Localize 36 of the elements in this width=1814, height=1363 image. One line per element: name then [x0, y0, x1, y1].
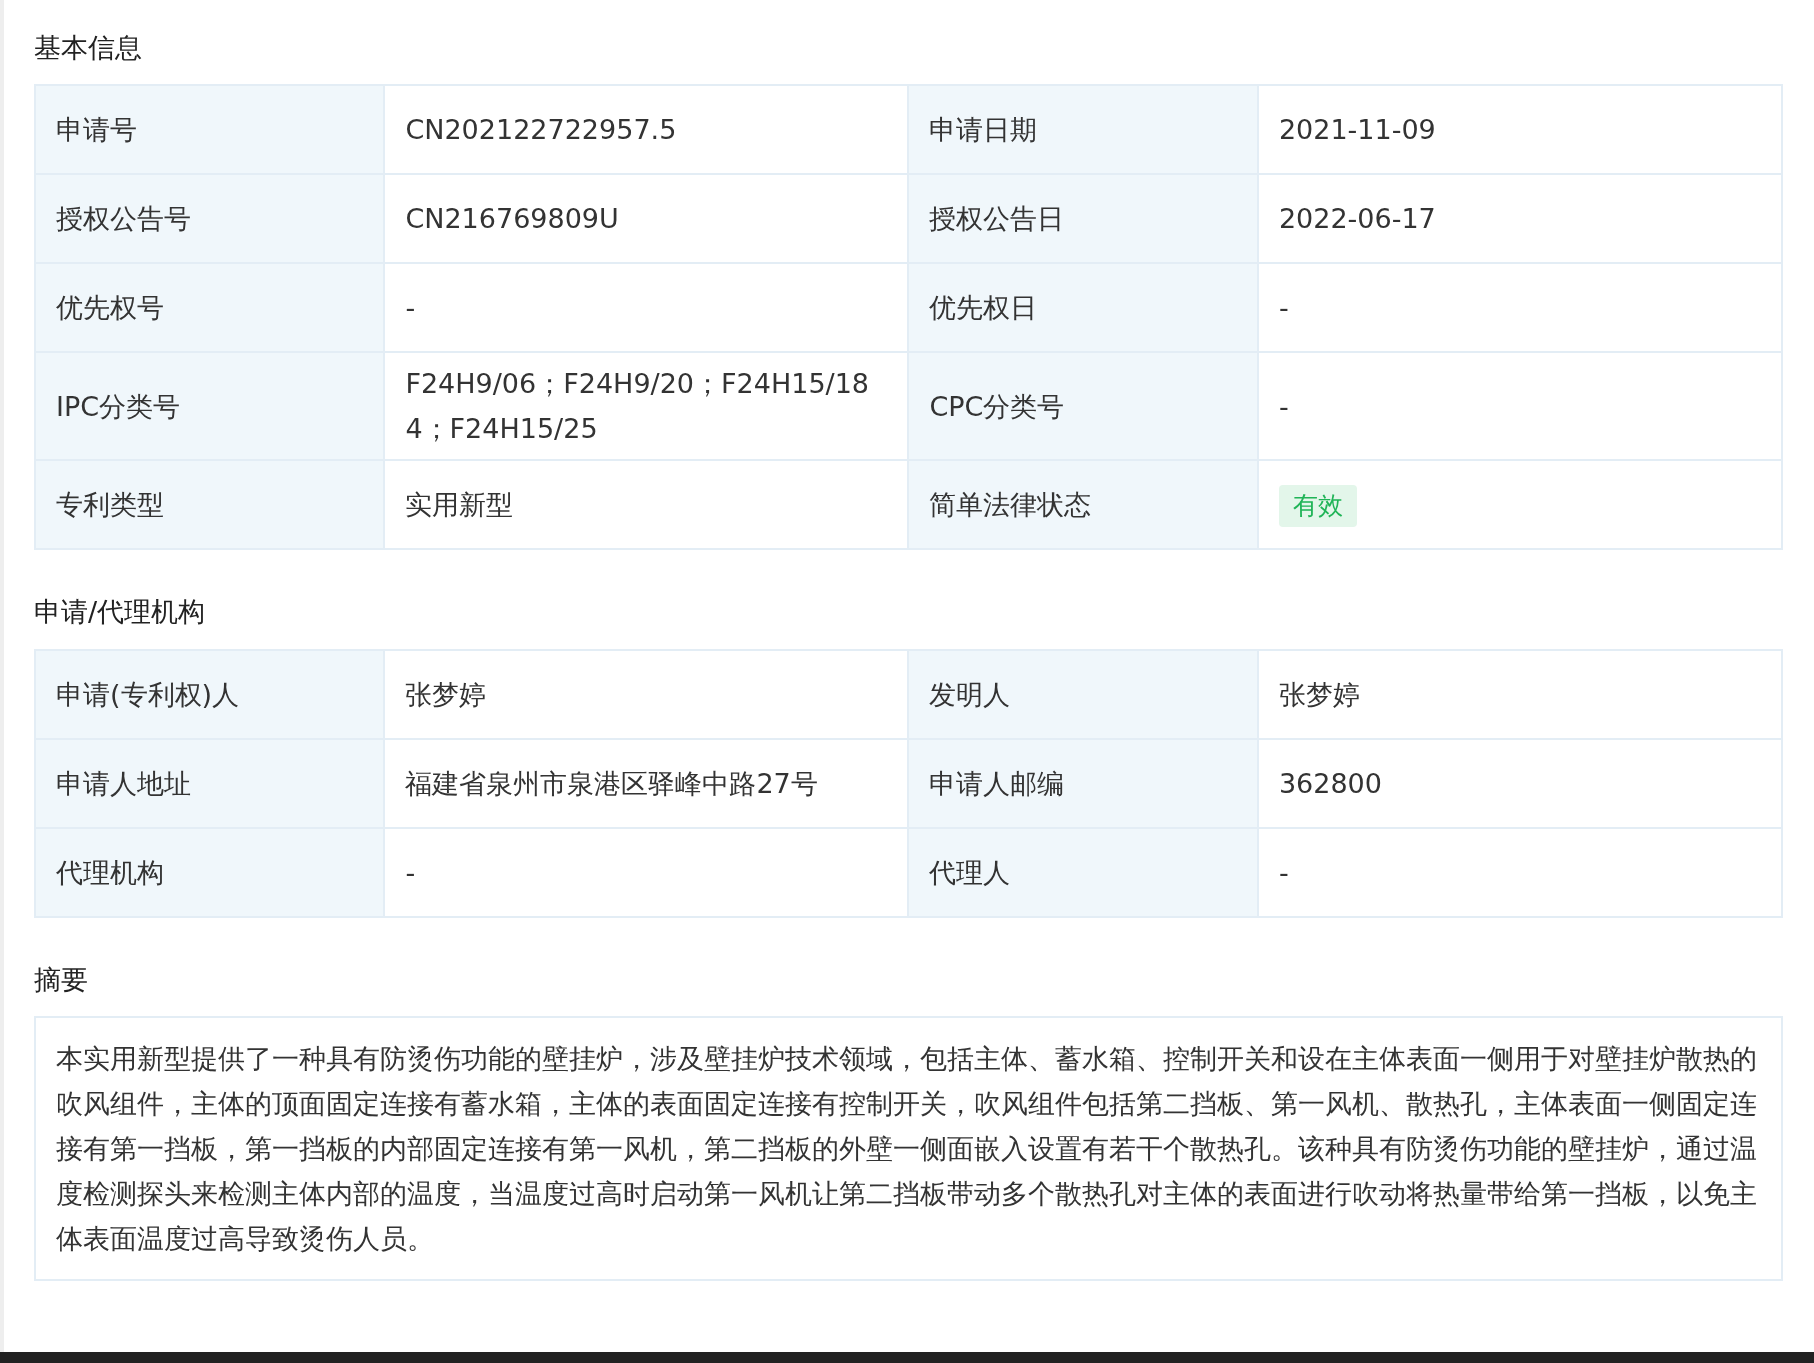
field-label: CPC分类号	[908, 352, 1258, 461]
field-label: 申请人地址	[35, 738, 385, 828]
field-label: 代理机构	[35, 827, 385, 917]
field-value: 2022-06-17	[1257, 174, 1782, 264]
field-value: 福建省泉州市泉港区驿峰中路27号	[384, 738, 909, 828]
abstract-text: 本实用新型提供了一种具有防烫伤功能的壁挂炉，涉及壁挂炉技术领域，包括主体、蓄水箱、控制开关和设在主体表面一侧用于对壁挂炉散热的吹风组件，主体的顶面固定连接有蓄水箱，主体的表面固定连接有控制开关，吹风组件包括第二挡板、第一风机、散热孔，主体表面一侧固定连接有第一挡板，第一挡板的内部固定连接有第一风机，第二挡板的外壁一侧面嵌入设置有若干个散热孔。该种具有防烫伤功能的壁挂炉，通过温度检测探头来检测主体内部的温度，当温度过高时启动第一风机让第二挡板带动多个散热孔对主体的表面进行吹动将热量带给第一挡板，以免主体表面温度过高导致烫伤人员。	[34, 1016, 1783, 1282]
field-value: -	[384, 263, 909, 353]
field-label: 专利类型	[35, 460, 385, 550]
section-title: 申请/代理机构	[34, 595, 207, 630]
field-value: 2021-11-09	[1257, 85, 1782, 175]
field-label: 优先权号	[35, 263, 385, 353]
section-title: 摘要	[34, 962, 89, 997]
field-label: 申请人邮编	[908, 738, 1258, 828]
field-value: -	[1257, 827, 1782, 917]
field-label: 发明人	[908, 649, 1258, 739]
field-value: 实用新型	[384, 460, 909, 550]
field-label: 授权公告日	[908, 174, 1258, 264]
field-value: 张梦婷	[384, 649, 909, 739]
field-label: 申请日期	[908, 85, 1258, 175]
field-label: 申请号	[35, 85, 385, 175]
field-value: -	[384, 827, 909, 917]
status-tag: 有效	[1278, 485, 1357, 528]
field-value: F24H9/06；F24H9/20；F24H15/184；F24H15/25	[384, 352, 909, 461]
field-label: 代理人	[908, 827, 1258, 917]
field-label: 申请(专利权)人	[35, 649, 385, 739]
field-value: CN202122722957.5	[384, 85, 909, 175]
field-label: 优先权日	[908, 263, 1258, 353]
field-value: 张梦婷	[1257, 649, 1782, 739]
field-value: 362800	[1257, 738, 1782, 828]
field-label: 授权公告号	[35, 174, 385, 264]
field-value: -	[1257, 352, 1782, 461]
field-value: -	[1257, 263, 1782, 353]
section-title: 基本信息	[34, 31, 143, 65]
field-label: 简单法律状态	[908, 460, 1258, 550]
field-value: CN216769809U	[384, 174, 909, 264]
field-label: IPC分类号	[35, 352, 385, 461]
